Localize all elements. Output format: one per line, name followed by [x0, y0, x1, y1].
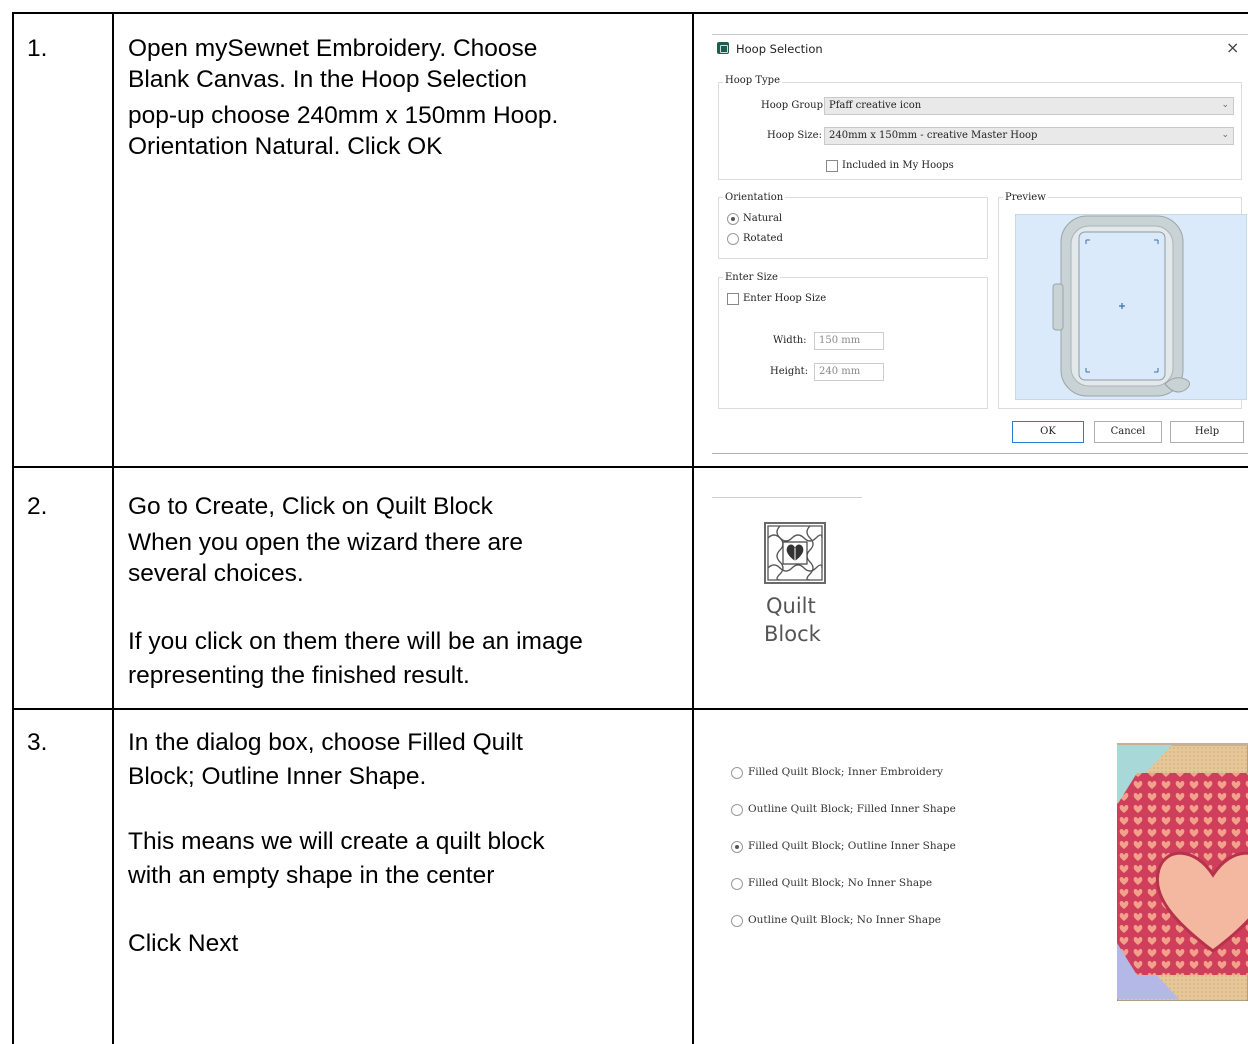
close-icon[interactable]: ×	[1226, 38, 1239, 57]
enter-size-legend: Enter Size	[723, 272, 780, 283]
step-number: 3.	[27, 729, 48, 756]
table-border-top	[12, 12, 1248, 14]
step-instruction-line: Orientation Natural. Click OK	[128, 133, 443, 160]
ribbon-separator	[712, 497, 862, 498]
step-instruction-line: several choices.	[128, 560, 304, 587]
step-instruction-line: In the dialog box, choose Filled Quilt	[128, 729, 523, 756]
table-border-left	[12, 12, 14, 1044]
quilt-option-label: Filled Quilt Block; No Inner Shape	[748, 877, 933, 889]
step-instruction-line: with an empty shape in the center	[128, 862, 495, 889]
table-col-divider-1	[112, 12, 114, 1044]
orientation-natural-radio[interactable]	[727, 213, 739, 225]
hoop-type-legend: Hoop Type	[723, 75, 782, 86]
orientation-rotated-radio[interactable]	[727, 233, 739, 245]
width-label: Width:	[773, 335, 807, 346]
quilt-block-icon[interactable]	[764, 522, 826, 589]
enter-hoop-size-label: Enter Hoop Size	[743, 293, 827, 304]
quilt-option-label: Outline Quilt Block; No Inner Shape	[748, 914, 942, 926]
ok-button[interactable]: OK	[1012, 421, 1084, 443]
hoop-size-select[interactable]: 240mm x 150mm - creative Master Hoop ⌄	[824, 127, 1234, 145]
hoop-selection-dialog: Hoop Selection × Hoop Type Hoop Group: P…	[712, 34, 1248, 454]
step-instruction-line: This means we will create a quilt block	[128, 828, 545, 855]
quilt-option-radio[interactable]	[731, 767, 743, 779]
quilt-option-radio-selected[interactable]	[731, 841, 743, 853]
quilt-option-label: Filled Quilt Block; Outline Inner Shape	[748, 840, 956, 852]
height-label: Height:	[770, 366, 809, 377]
hoop-group-select[interactable]: Pfaff creative icon ⌄	[824, 97, 1234, 115]
table-row-divider-1	[12, 466, 1248, 468]
cancel-button[interactable]: Cancel	[1094, 421, 1162, 443]
orientation-natural-label: Natural	[743, 213, 783, 224]
chevron-down-icon: ⌄	[1221, 100, 1229, 110]
enter-hoop-size-checkbox[interactable]	[727, 293, 739, 305]
quilt-option-radio[interactable]	[731, 915, 743, 927]
quilt-block-label: Quilt	[766, 594, 816, 618]
hoop-size-value: 240mm x 150mm - creative Master Hoop	[829, 130, 1038, 141]
orientation-group	[718, 197, 988, 259]
hoop-group-label: Hoop Group:	[761, 100, 827, 111]
hoop-preview-image	[1014, 213, 1248, 401]
width-input[interactable]: 150 mm	[814, 332, 884, 350]
height-input[interactable]: 240 mm	[814, 363, 884, 381]
step-instruction-line: Go to Create, Click on Quilt Block	[128, 493, 493, 520]
step-instruction-line: representing the finished result.	[128, 662, 470, 689]
quilt-block-label: Block	[764, 622, 821, 646]
table-col-divider-2	[692, 12, 694, 1044]
app-icon	[717, 42, 729, 54]
quilt-option-label: Filled Quilt Block; Inner Embroidery	[748, 766, 943, 778]
dialog-title: Hoop Selection	[736, 42, 823, 56]
step-instruction-line: Open mySewnet Embroidery. Choose	[128, 35, 538, 62]
included-in-my-hoops-label: Included in My Hoops	[842, 160, 954, 171]
step-instruction-line: pop-up choose 240mm x 150mm Hoop.	[128, 102, 559, 129]
hoop-size-label: Hoop Size:	[767, 130, 822, 141]
included-in-my-hoops-checkbox[interactable]	[826, 160, 838, 172]
preview-legend: Preview	[1003, 192, 1048, 203]
step-number: 1.	[27, 35, 48, 62]
dialog-bottom-edge	[712, 453, 1248, 454]
quilt-preview-image	[1117, 743, 1248, 1001]
dialog-top-edge	[712, 34, 1248, 35]
hoop-group-value: Pfaff creative icon	[829, 100, 922, 111]
orientation-rotated-label: Rotated	[743, 233, 783, 244]
quilt-option-radio[interactable]	[731, 878, 743, 890]
quilt-option-radio[interactable]	[731, 804, 743, 816]
orientation-legend: Orientation	[723, 192, 786, 203]
step-instruction-line: When you open the wizard there are	[128, 529, 523, 556]
step-instruction-line: Block; Outline Inner Shape.	[128, 763, 427, 790]
help-button[interactable]: Help	[1170, 421, 1244, 443]
chevron-down-icon: ⌄	[1221, 130, 1229, 140]
step-instruction-line: Blank Canvas. In the Hoop Selection	[128, 66, 528, 93]
quilt-option-label: Outline Quilt Block; Filled Inner Shape	[748, 803, 956, 815]
step-instruction-line: Click Next	[128, 930, 239, 957]
step-instruction-line: If you click on them there will be an im…	[128, 628, 583, 655]
table-row-divider-2	[12, 708, 1248, 710]
step-number: 2.	[27, 493, 48, 520]
